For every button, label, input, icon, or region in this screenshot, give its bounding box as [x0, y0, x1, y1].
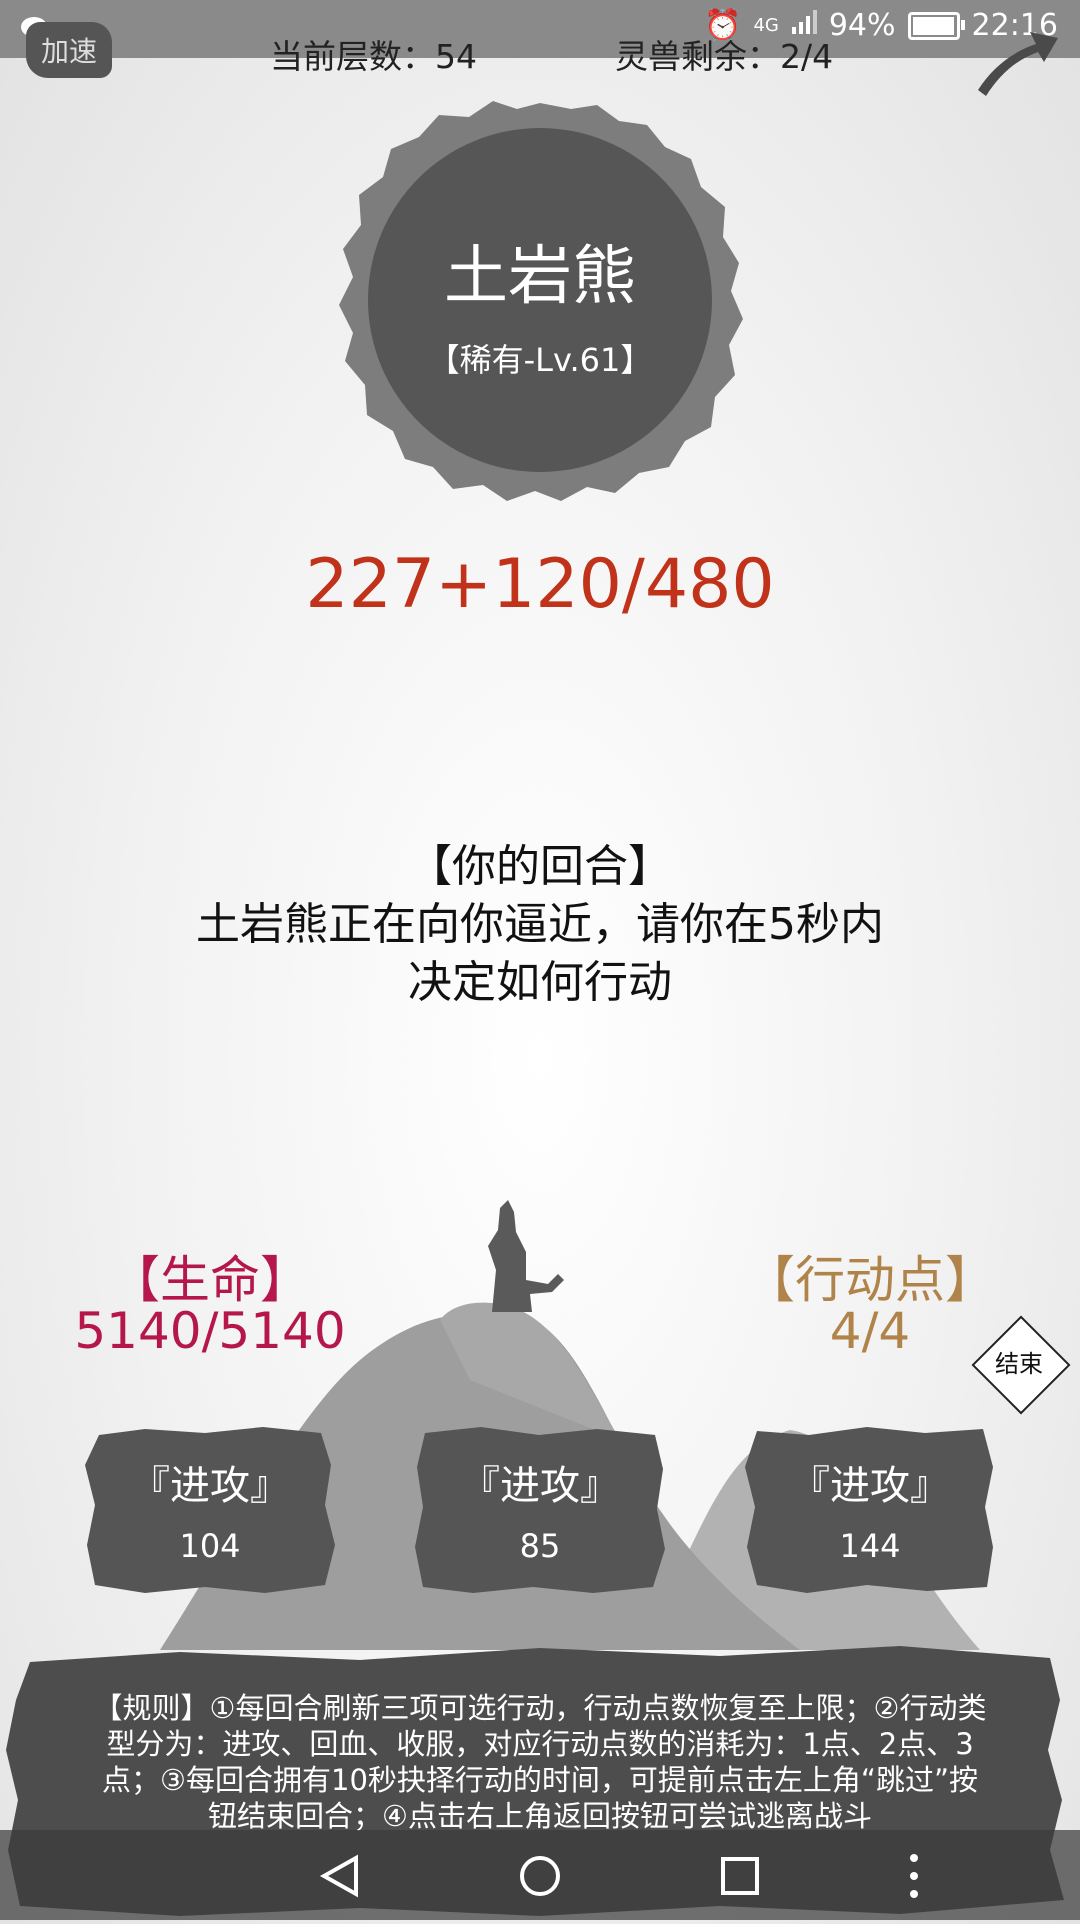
action-card-value: 85	[519, 1527, 561, 1565]
back-triangle-icon[interactable]	[318, 1854, 362, 1902]
turn-message-line1: 土岩熊正在向你逼近，请你在5秒内	[196, 899, 884, 950]
warrior-silhouette-icon	[470, 1200, 570, 1319]
action-card-label: 『进攻』	[790, 1463, 950, 1509]
home-circle-icon[interactable]	[518, 1854, 562, 1902]
navigation-bar	[0, 1830, 1080, 1920]
speed-button-label: 加速	[40, 35, 97, 68]
speed-button[interactable]: 加速	[26, 22, 112, 78]
action-card-label: 『进攻』	[130, 1463, 290, 1509]
action-card-attack-2[interactable]: 『进攻』 85	[415, 1425, 665, 1595]
turn-title: 【你的回合】	[408, 841, 672, 892]
enemy-name: 土岩熊	[444, 240, 636, 314]
status-bar: ⏰ 4G 94% 22:16	[0, 0, 1080, 58]
more-options-icon[interactable]	[906, 1852, 922, 1904]
floor-counter: 当前层数：54	[270, 30, 477, 78]
recents-square-icon[interactable]	[718, 1854, 762, 1902]
beasts-label: 灵兽剩余：	[615, 37, 780, 76]
turn-message-line2: 决定如何行动	[408, 957, 672, 1008]
battery-percent: 94%	[828, 8, 896, 43]
action-card-attack-3[interactable]: 『进攻』 144	[745, 1425, 995, 1595]
back-arrow-icon[interactable]	[972, 18, 1062, 102]
action-card-value: 144	[839, 1527, 901, 1565]
end-turn-label: 结束	[995, 1350, 1043, 1378]
action-card-label: 『进攻』	[460, 1463, 620, 1509]
beasts-value: 2/4	[780, 37, 834, 76]
life-value: 5140/5140	[74, 1302, 346, 1360]
floor-value: 54	[435, 37, 477, 76]
battery-icon	[907, 11, 965, 40]
enemy-hp: 227+120/480	[305, 545, 775, 624]
beasts-remaining: 灵兽剩余：2/4	[615, 30, 833, 78]
action-card-value: 104	[179, 1527, 241, 1565]
action-points-value: 4/4	[829, 1302, 911, 1360]
action-card-attack-1[interactable]: 『进攻』 104	[85, 1425, 335, 1595]
floor-label: 当前层数：	[270, 37, 435, 76]
enemy-rank: 【稀有-Lv.61】	[427, 341, 653, 379]
rules-text: 【规则】①每回合刷新三项可选行动，行动点数恢复至上限；②行动类型分为：进攻、回血…	[93, 1691, 987, 1833]
